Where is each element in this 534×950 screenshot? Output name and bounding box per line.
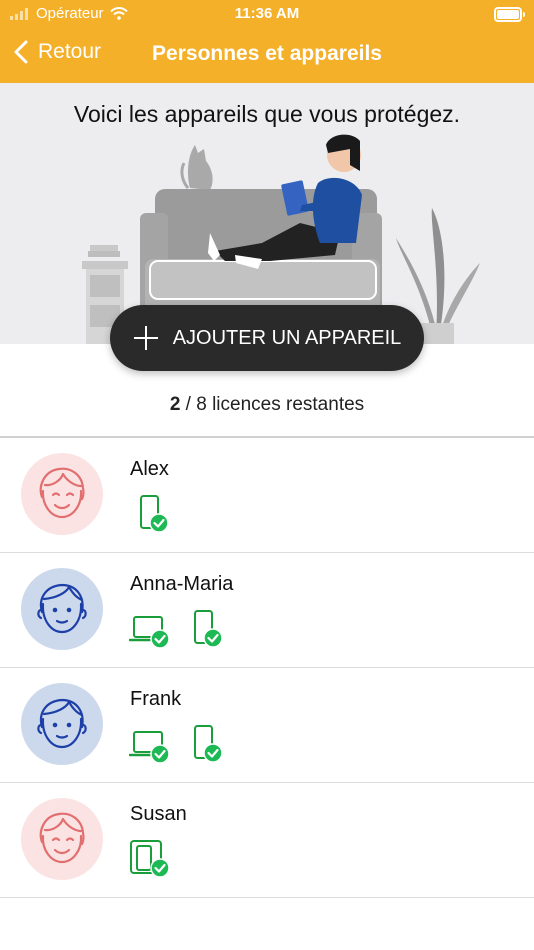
list-item[interactable]: Susan (0, 783, 534, 898)
device-list (129, 722, 227, 764)
plus-icon (133, 325, 159, 351)
list-item[interactable]: Alex (0, 438, 534, 553)
licenses-count: 2 (169, 394, 181, 415)
person-name: Frank (130, 688, 182, 710)
device-list (129, 492, 173, 534)
battery-icon (494, 7, 525, 22)
add-device-label: AJOUTER UN APPAREIL (172, 326, 402, 349)
page-title: Personnes et appareils (152, 42, 382, 65)
device-list (129, 607, 227, 649)
pink-face-icon (21, 453, 103, 535)
status-bar: Opérateur 11:36 AM (0, 0, 534, 28)
laptop-protected-icon (129, 731, 170, 764)
phone-protected-icon (194, 725, 223, 763)
add-device-button[interactable]: AJOUTER UN APPAREIL (110, 305, 424, 371)
nav-bar: Retour Personnes et appareils (0, 28, 534, 83)
blue-face-icon (21, 568, 103, 650)
licenses-label: / 8 licences restantes (180, 394, 365, 415)
blue-face-icon (21, 683, 103, 765)
person-name: Susan (130, 803, 187, 825)
person-list: Alex Anna-Maria Frank Susan (0, 438, 534, 898)
person-name: Anna-Maria (130, 573, 234, 595)
person-name: Alex (130, 458, 169, 480)
phone-protected-icon (140, 495, 169, 533)
licenses-remaining: 2 / 8 licences restantes (0, 394, 534, 416)
tablet-protected-icon (130, 840, 170, 878)
phone-protected-icon (194, 610, 223, 648)
list-item[interactable]: Frank (0, 668, 534, 783)
device-list (129, 837, 173, 879)
list-item[interactable]: Anna-Maria (0, 553, 534, 668)
clock: 11:36 AM (234, 5, 300, 22)
hero-text: Voici les appareils que vous protégez. (73, 101, 461, 127)
pink-face-icon (21, 798, 103, 880)
laptop-protected-icon (129, 616, 170, 649)
